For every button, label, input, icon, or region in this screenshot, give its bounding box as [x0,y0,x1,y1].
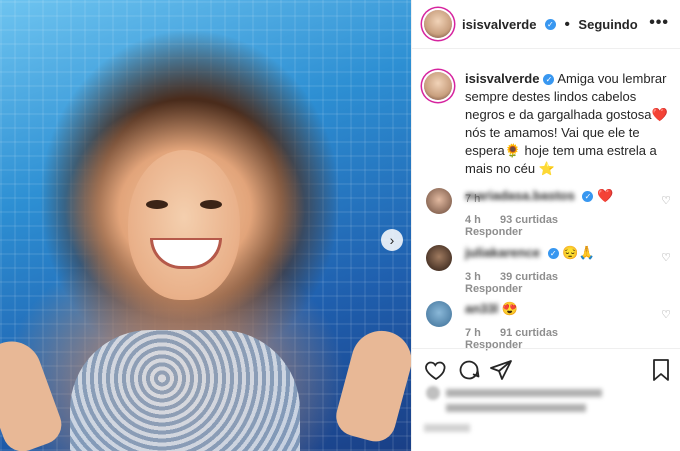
like-comment-icon[interactable]: ♡ [661,194,671,207]
comment-text: ❤️ [597,188,614,203]
comment-username[interactable]: an33l [465,301,498,316]
post-photo[interactable]: › [0,0,411,451]
save-bookmark-icon[interactable] [649,358,673,382]
verified-icon: ✓ [544,19,556,31]
liker-avatar [426,386,440,400]
verified-icon: ✓ [543,74,555,86]
comment-avatar[interactable] [426,188,452,214]
caption-username[interactable]: isisvalverde [465,71,539,86]
comment-likes[interactable]: 39 curtidas [500,271,558,283]
comment: juliakarence ✓ 😔🙏 3 h 39 curtidas Respon… [465,245,645,295]
following-button[interactable]: Seguindo [578,17,637,32]
comment-text: 😔🙏 [562,245,595,260]
comment-time[interactable]: 4 h [465,214,481,226]
post-header: isisvalverde ✓ • Seguindo ••• [412,0,680,49]
reply-button[interactable]: Responder [465,226,522,238]
caption-avatar[interactable] [424,72,452,100]
blurred-date-line [424,424,470,432]
comment-likes[interactable]: 91 curtidas [500,327,558,339]
post-panel: isisvalverde ✓ • Seguindo ••• isisvalver… [411,0,680,451]
comment: mariadasa.bastos ✓ ❤️ 4 h 93 curtidas Re… [465,188,645,238]
comment-likes[interactable]: 93 curtidas [500,214,558,226]
comment-username[interactable]: mariadasa.bastos [465,188,575,203]
share-icon[interactable] [489,358,513,382]
comment-text: 😍 [501,301,519,316]
photo-detail [0,333,68,451]
comment-meta: 3 h 39 curtidas Responder [465,271,645,295]
next-photo-button[interactable]: › [381,229,403,251]
verified-icon: ✓ [547,248,559,260]
comment-avatar[interactable] [426,245,452,271]
caption-text: Amiga vou lembrar sempre destes lindos c… [465,71,668,176]
comment-icon[interactable] [457,358,481,382]
like-comment-icon[interactable]: ♡ [661,308,671,321]
action-bar [412,348,680,389]
comment-username[interactable]: juliakarence [465,245,540,260]
chevron-right-icon: › [389,232,395,248]
verified-icon: ✓ [582,191,594,203]
comment-time[interactable]: 3 h [465,271,481,283]
photo-detail [70,330,300,451]
author-avatar[interactable] [424,10,452,38]
comment-avatar[interactable] [426,301,452,327]
author-username[interactable]: isisvalverde [462,17,536,32]
comment-time[interactable]: 7 h [465,327,481,339]
photo-detail [128,150,240,300]
photo-detail [146,200,168,209]
blurred-likes-line [446,389,602,397]
reply-button[interactable]: Responder [465,283,522,295]
photo-detail [200,200,222,209]
more-options-icon[interactable]: ••• [649,14,669,32]
comment: an33l 😍 7 h 91 curtidas Responder [465,301,645,351]
heart-icon[interactable] [424,358,448,382]
comment-meta: 4 h 93 curtidas Responder [465,214,645,238]
blurred-likes-line [446,404,586,412]
header-info: isisvalverde ✓ • Seguindo [462,16,638,34]
like-comment-icon[interactable]: ♡ [661,251,671,264]
photo-detail [331,324,411,446]
separator: • [564,16,570,33]
